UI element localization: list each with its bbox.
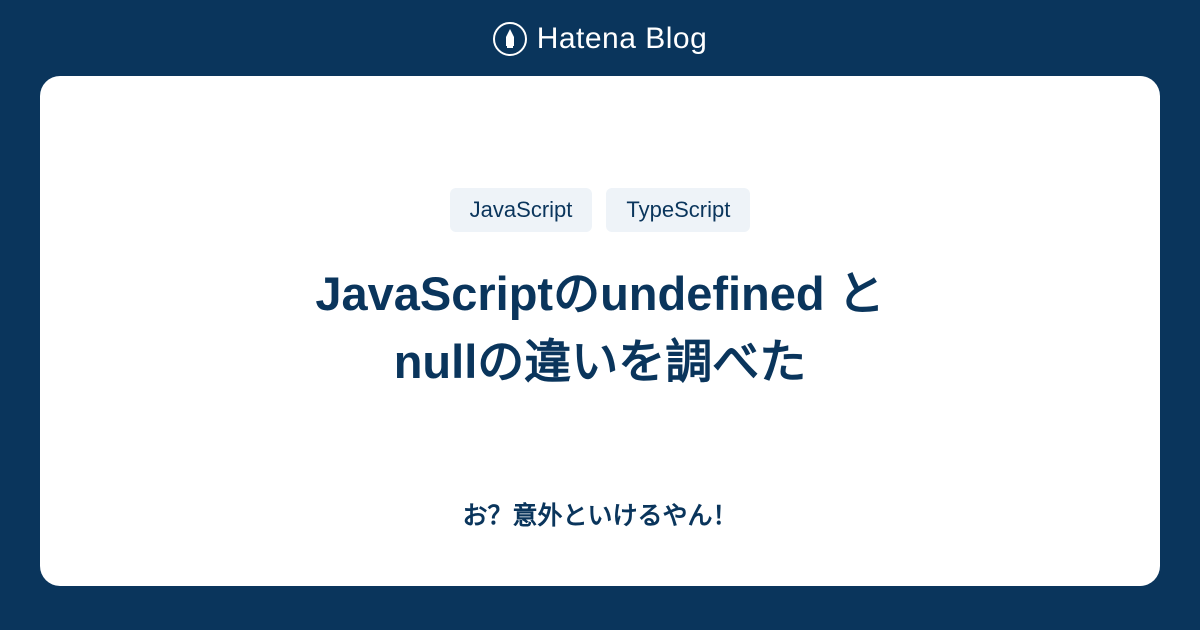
title-line: JavaScriptのundefined と	[315, 267, 884, 320]
article-title: JavaScriptのundefined と nullの違いを調べた	[315, 260, 884, 396]
site-header: Hatena Blog	[493, 0, 708, 76]
title-line: nullの違いを調べた	[394, 335, 807, 388]
tag-item[interactable]: TypeScript	[606, 188, 750, 232]
tag-item[interactable]: JavaScript	[450, 188, 593, 232]
article-card: JavaScript TypeScript JavaScriptのundefin…	[40, 76, 1160, 586]
brand-name: Hatena Blog	[537, 22, 708, 56]
article-subtitle: お？意外といけるやん！	[462, 496, 737, 532]
hatena-logo-icon	[493, 22, 527, 56]
tag-list: JavaScript TypeScript	[450, 188, 751, 232]
